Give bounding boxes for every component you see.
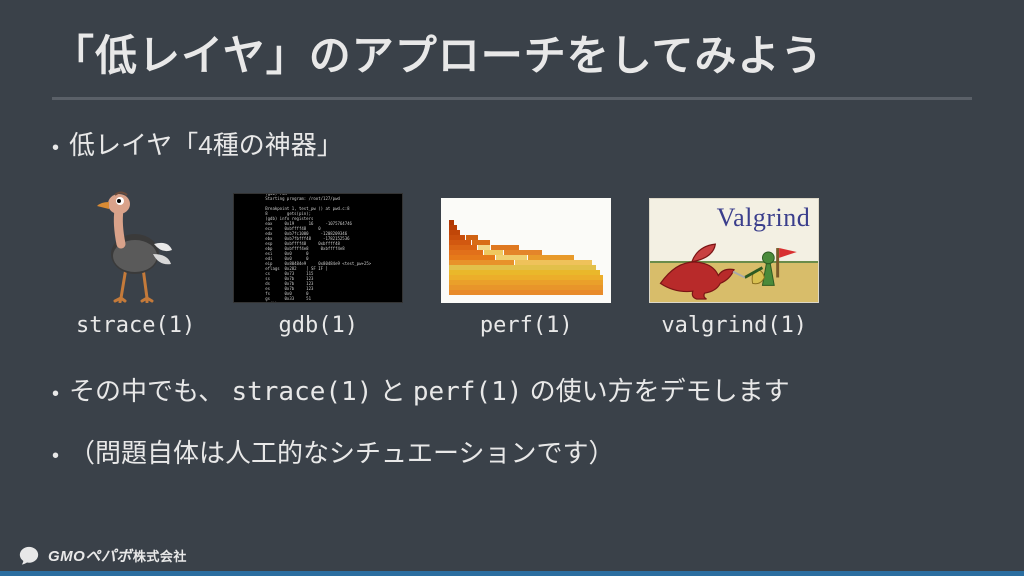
tool-valgrind: Valgrind valgrind(1)	[649, 198, 819, 338]
tool-gdb: (gdb) run Starting program: /root/127/pw…	[233, 193, 403, 338]
bullet-item-1: • 低レイヤ「4種の神器」	[52, 126, 972, 166]
gdb-terminal-icon: (gdb) run Starting program: /root/127/pw…	[233, 193, 403, 303]
valgrind-logo-icon: Valgrind	[649, 198, 819, 303]
code-perf: perf(1)	[413, 377, 523, 407]
tool-caption: strace(1)	[76, 313, 195, 338]
bullet-text: 低レイヤ「4種の神器」	[69, 126, 343, 165]
bullet-item-2: • その中でも、 strace(1) と perf(1) の使い方をデモします	[52, 372, 972, 412]
speech-bubble-icon	[18, 545, 40, 567]
tool-caption: gdb(1)	[278, 313, 357, 338]
bullet-text: その中でも、 strace(1) と perf(1) の使い方をデモします	[69, 372, 790, 412]
tool-strace: strace(1)	[76, 188, 195, 338]
tool-caption: valgrind(1)	[661, 313, 807, 338]
brand-suffix: 株式会社	[133, 549, 187, 564]
tool-perf: perf(1)	[441, 198, 611, 338]
slide-title: 「低レイヤ」のアプローチをしてみよう	[52, 0, 972, 100]
text-fragment: と	[372, 376, 412, 406]
text-fragment: その中でも、	[69, 376, 231, 406]
valgrind-wordmark: Valgrind	[717, 203, 811, 233]
footer-bar: GMOペパボ株式会社	[0, 540, 1024, 576]
bullet-text: （問題自体は人工的なシチュエーションです）	[69, 434, 614, 473]
footer-brand: GMOペパボ株式会社	[48, 545, 187, 566]
tool-caption: perf(1)	[480, 313, 573, 338]
slide-content: • 低レイヤ「4種の神器」	[52, 100, 972, 474]
bullet-item-3: • （問題自体は人工的なシチュエーションです）	[52, 434, 972, 474]
bullet-dot: •	[52, 130, 59, 166]
strace-mascot-icon	[81, 188, 191, 303]
perf-flamegraph-icon	[441, 198, 611, 303]
bullet-dot: •	[52, 376, 59, 412]
tools-row: strace(1) (gdb) run Starting program: /r…	[76, 188, 972, 338]
text-fragment: の使い方をデモします	[522, 376, 789, 406]
bullet-dot: •	[52, 438, 59, 474]
code-strace: strace(1)	[231, 377, 372, 407]
brand-text: GMOペパボ	[48, 548, 132, 565]
